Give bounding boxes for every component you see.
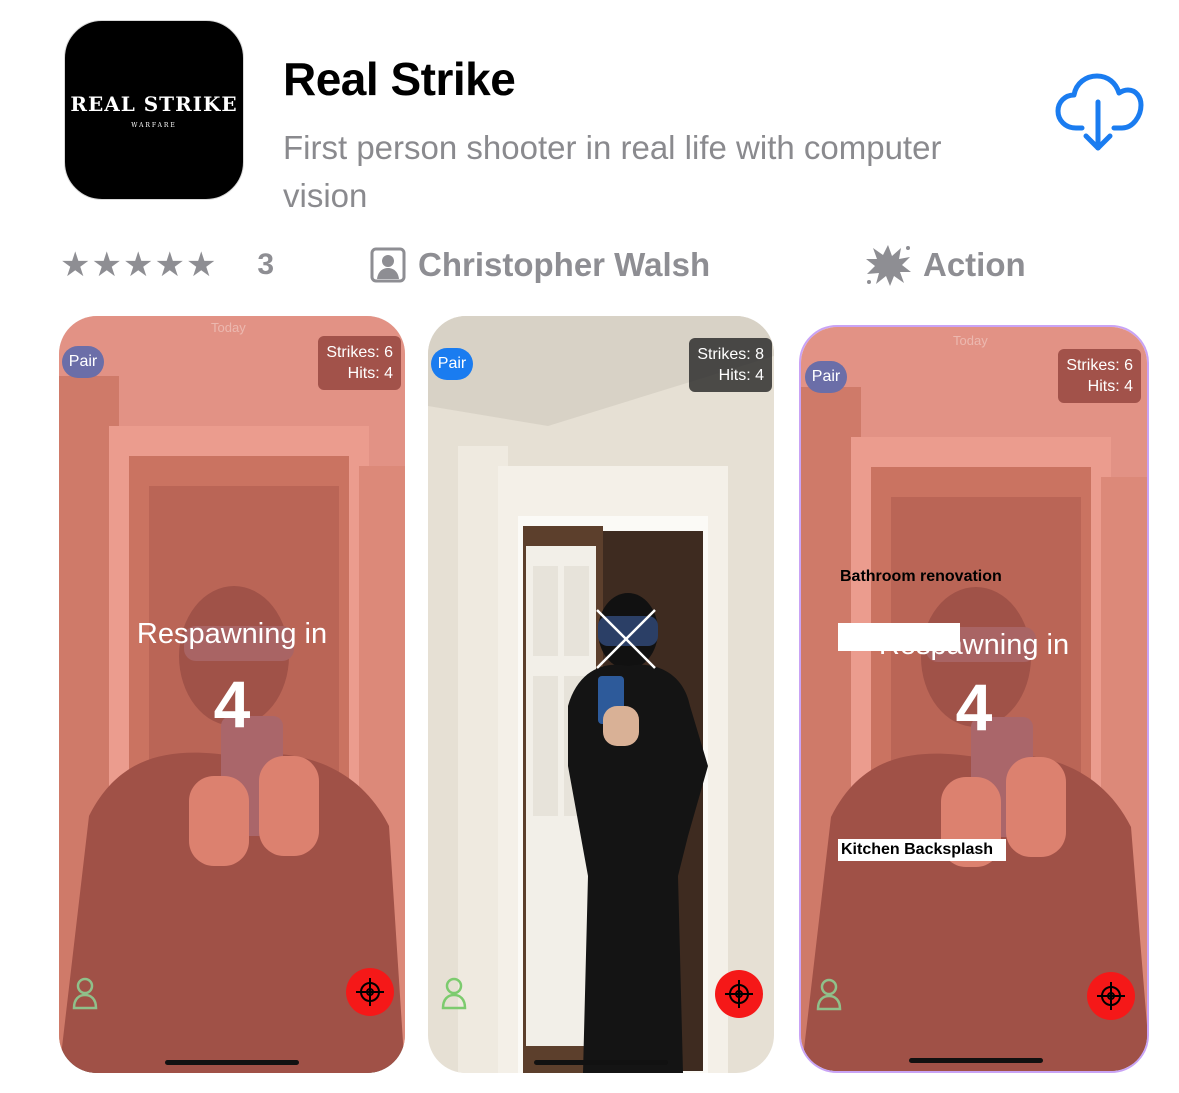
redaction-box (838, 623, 960, 651)
hits-count: Hits: 4 (718, 367, 764, 384)
star-icon: ★ (185, 246, 217, 284)
category-name: Action (923, 246, 1026, 283)
crosshair-icon (1097, 982, 1125, 1010)
hits-count: Hits: 4 (347, 365, 393, 382)
app-store-listing: REAL STRIKE WARFARE Real Strike First pe… (0, 0, 1179, 1093)
overlay-label-bathroom: Bathroom renovation (840, 568, 1002, 585)
today-label: Today (953, 333, 988, 348)
star-icon: ★ (60, 246, 91, 284)
rating-count: 3 (257, 248, 275, 281)
app-icon[interactable]: REAL STRIKE WARFARE (64, 20, 244, 200)
rating: ★ ★ ★ ★ ★ 3 (60, 240, 274, 290)
fire-button[interactable] (1087, 972, 1135, 1020)
download-button[interactable] (1052, 66, 1146, 156)
star-icon: ★ (154, 246, 185, 284)
star-icon: ★ (122, 246, 154, 284)
home-indicator (909, 1058, 1043, 1063)
pair-button[interactable]: Pair (431, 348, 473, 380)
fire-button[interactable] (346, 968, 394, 1016)
screenshot-1[interactable]: Today Pair Strikes: 6 Hits: 4 Respawning… (59, 316, 405, 1073)
respawn-text: Respawning in (136, 618, 328, 650)
fire-button[interactable] (715, 970, 763, 1018)
hits-count: Hits: 4 (1087, 378, 1133, 395)
pair-button[interactable]: Pair (62, 346, 104, 378)
score-panel: Strikes: 6 Hits: 4 (1058, 349, 1141, 403)
app-title: Real Strike (283, 53, 516, 105)
developer-link[interactable]: Christopher Walsh (370, 240, 710, 290)
strikes-count: Strikes: 6 (1066, 357, 1133, 374)
player-icon[interactable] (815, 977, 843, 1011)
category-link[interactable]: Action (863, 240, 1026, 290)
today-label: Today (211, 320, 246, 335)
home-indicator (165, 1060, 299, 1065)
star-icon: ★ (91, 246, 122, 284)
cloud-download-icon (1055, 73, 1144, 151)
respawn-countdown: 4 (213, 667, 251, 741)
screenshot-2[interactable]: Pair Strikes: 8 Hits: 4 (428, 316, 774, 1073)
score-panel: Strikes: 6 Hits: 4 (318, 336, 401, 390)
home-indicator (534, 1060, 668, 1065)
burst-icon (866, 245, 911, 286)
screenshot-3[interactable]: Today Pair Strikes: 6 Hits: 4 Bathroom r… (799, 325, 1149, 1073)
app-subtitle: First person shooter in real life with c… (283, 129, 942, 214)
hit-marker-icon (596, 609, 656, 669)
strikes-count: Strikes: 6 (326, 344, 393, 361)
overlay-label-kitchen: Kitchen Backsplash (838, 839, 1006, 861)
player-icon[interactable] (71, 976, 99, 1010)
app-icon-logo-text: REAL STRIKE (70, 91, 238, 116)
developer-name: Christopher Walsh (418, 246, 711, 283)
person-square-icon (370, 247, 406, 283)
app-icon-logo-subtext: WARFARE (131, 121, 177, 129)
respawn-countdown: 4 (955, 670, 993, 744)
strikes-count: Strikes: 8 (697, 346, 764, 363)
crosshair-icon (356, 978, 384, 1006)
pair-button[interactable]: Pair (805, 361, 847, 393)
player-icon[interactable] (440, 976, 468, 1010)
score-panel: Strikes: 8 Hits: 4 (689, 338, 772, 392)
crosshair-icon (725, 980, 753, 1008)
scene-image (428, 316, 774, 1073)
